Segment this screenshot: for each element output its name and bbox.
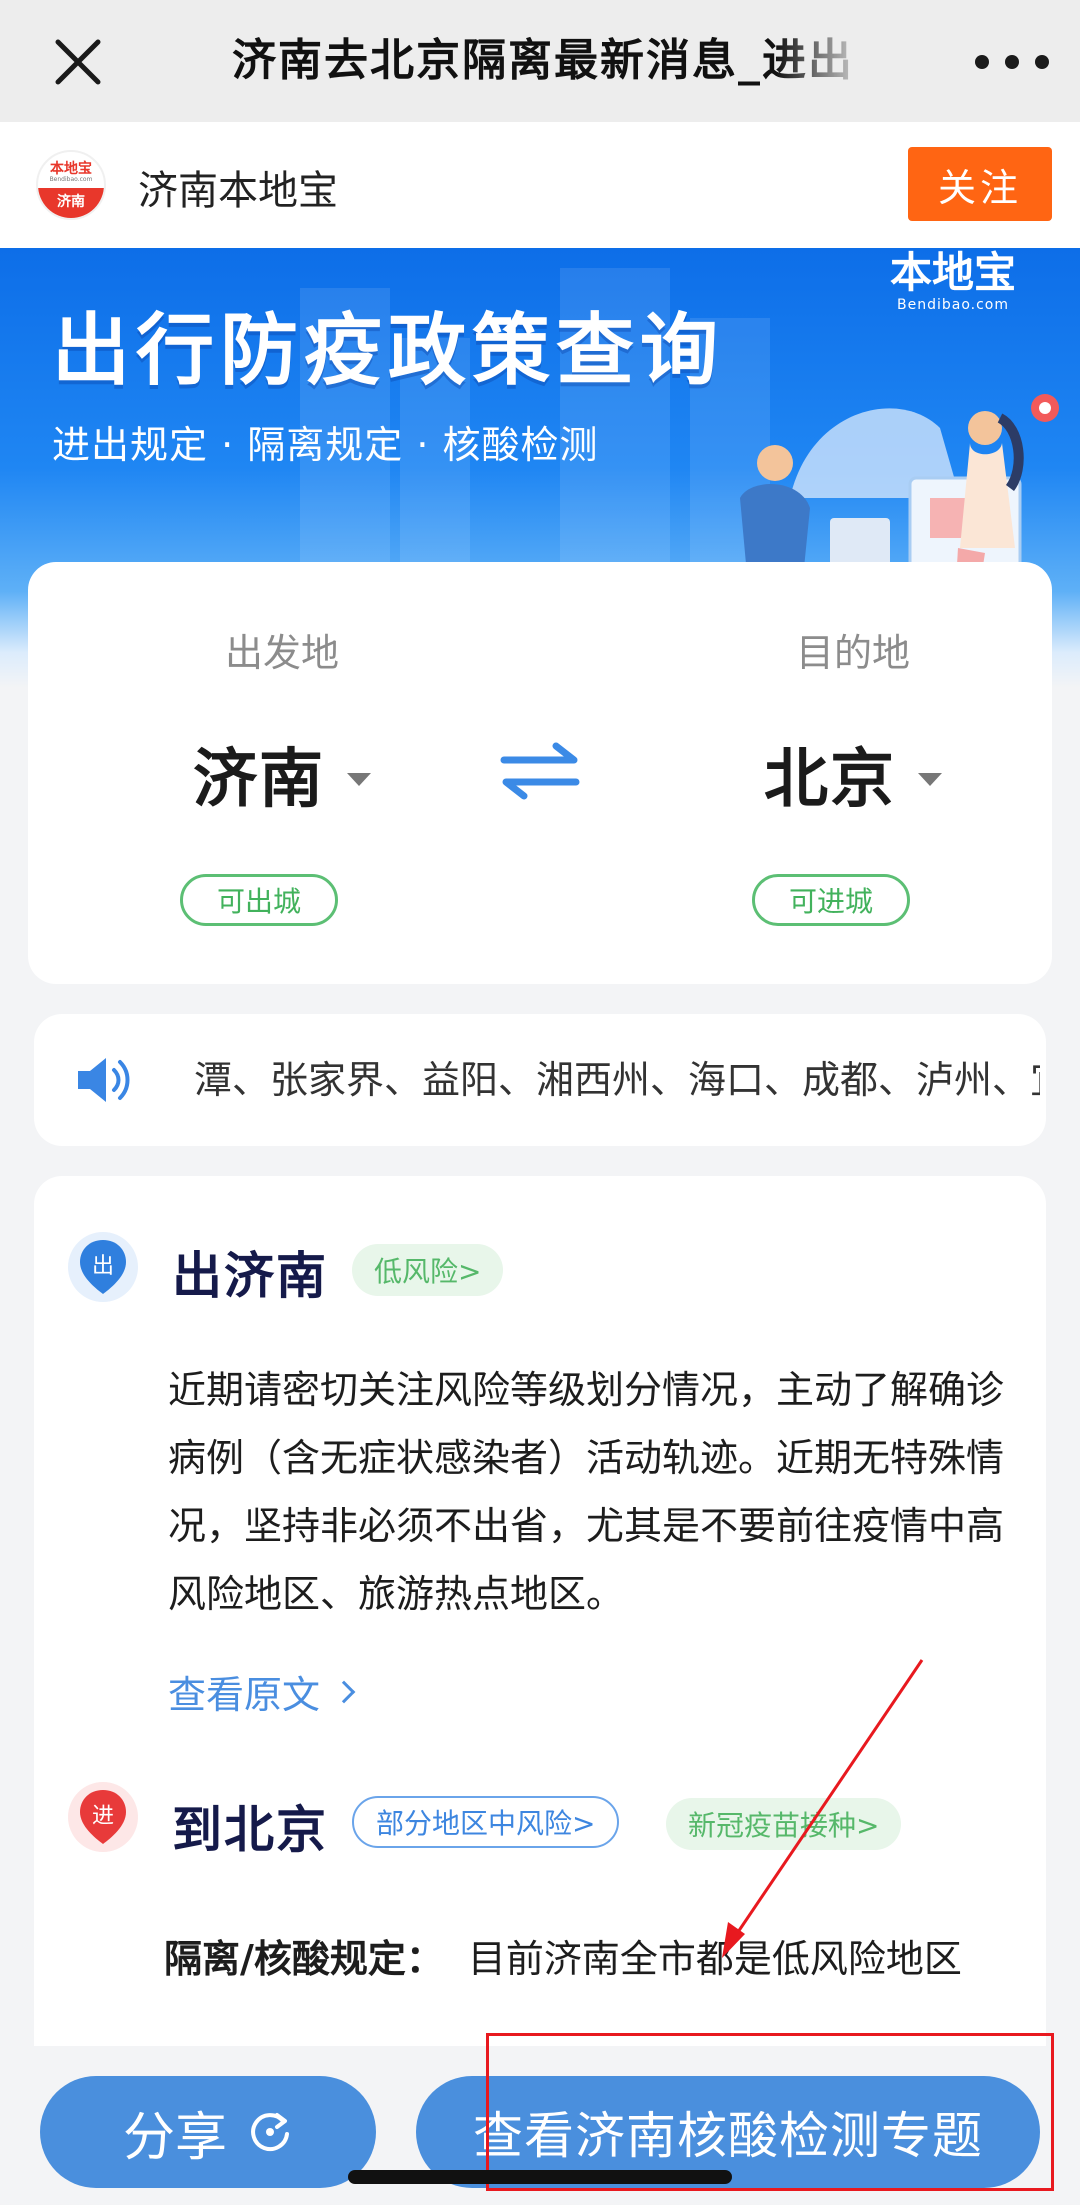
destination-label: 目的地: [795, 631, 910, 675]
share-label: 分享: [122, 2107, 227, 2168]
brand-url: Bendibao.com: [896, 297, 1009, 313]
share-refresh-icon: [251, 2113, 289, 2152]
destination-city-picker[interactable]: 北京: [703, 728, 1003, 820]
quarantine-rule-key: 隔离/核酸规定：: [164, 1937, 444, 1981]
close-icon[interactable]: [50, 34, 106, 90]
outbound-title: 出济南: [172, 1247, 328, 1305]
origin-city-picker[interactable]: 济南: [132, 728, 432, 820]
route-card: 出发地 济南 可出城 目的地 北京 可进城: [28, 562, 1052, 984]
banner-title: 出行防疫政策查询: [52, 306, 725, 396]
origin-status-badge: 可出城: [180, 874, 338, 926]
home-indicator[interactable]: [348, 2170, 732, 2184]
logo-city: 济南: [38, 188, 104, 218]
caret-down-icon: [918, 772, 942, 786]
follow-button[interactable]: 关注: [908, 147, 1052, 221]
logo-text: 本地宝: [50, 161, 92, 177]
view-original-link[interactable]: 查看原文: [168, 1664, 356, 1719]
origin-city: 济南: [193, 743, 325, 817]
speaker-icon: [78, 1058, 130, 1102]
inbound-badge-text: 进: [92, 1804, 114, 1829]
origin-label: 出发地: [224, 631, 339, 675]
swap-arrows-icon[interactable]: [498, 740, 582, 802]
title-bar: 济南去北京隔离最新消息_进出: [0, 0, 1080, 122]
outbound-risk-badge[interactable]: 低风险>: [352, 1244, 504, 1296]
annotation-highlight-box: [486, 2033, 1054, 2191]
brand-logo: 本地宝 Bendibao.com: [868, 250, 1038, 318]
share-button[interactable]: 分享: [40, 2076, 376, 2188]
chevron-right-icon: [332, 1680, 356, 1703]
account-logo[interactable]: 本地宝 Bendibao.com 济南: [36, 150, 106, 220]
destination-city: 北京: [764, 743, 896, 817]
outbound-badge-text: 出: [92, 1254, 114, 1279]
risk-area-ticker[interactable]: 潭、张家界、益阳、湘西州、海口、成都、泸州、宜宾: [34, 1014, 1046, 1146]
ticker-text: 潭、张家界、益阳、湘西州、海口、成都、泸州、宜宾: [194, 1058, 1040, 1102]
view-original-label: 查看原文: [168, 1673, 321, 1717]
brand-name: 本地宝: [889, 248, 1016, 297]
inbound-badge-icon: 进: [68, 1782, 138, 1852]
logo-url: Bendibao.com: [49, 176, 93, 183]
quarantine-rule: 隔离/核酸规定： 目前济南全市都是低风险地区: [164, 1928, 962, 1983]
inbound-risk-badge[interactable]: 部分地区中风险>: [352, 1796, 620, 1848]
outbound-badge-icon: 出: [68, 1232, 138, 1302]
outbound-policy-text: 近期请密切关注风险等级划分情况，主动了解确诊病例（含无症状感染者）活动轨迹。近期…: [168, 1368, 1005, 1616]
inbound-title: 到北京: [172, 1801, 328, 1859]
account-row: 本地宝 Bendibao.com 济南 济南本地宝 关注: [0, 122, 1080, 248]
caret-down-icon: [347, 772, 371, 786]
page-title: 济南去北京隔离最新消息_进出: [232, 35, 854, 86]
destination-status-badge: 可进城: [752, 874, 910, 926]
quarantine-rule-value: 目前济南全市都是低风险地区: [467, 1937, 962, 1981]
banner-subtitle: 进出规定 · 隔离规定 · 核酸检测: [52, 423, 599, 467]
vaccine-badge[interactable]: 新冠疫苗接种>: [666, 1798, 902, 1850]
more-dots-icon[interactable]: [975, 50, 1049, 74]
account-name[interactable]: 济南本地宝: [138, 158, 338, 216]
